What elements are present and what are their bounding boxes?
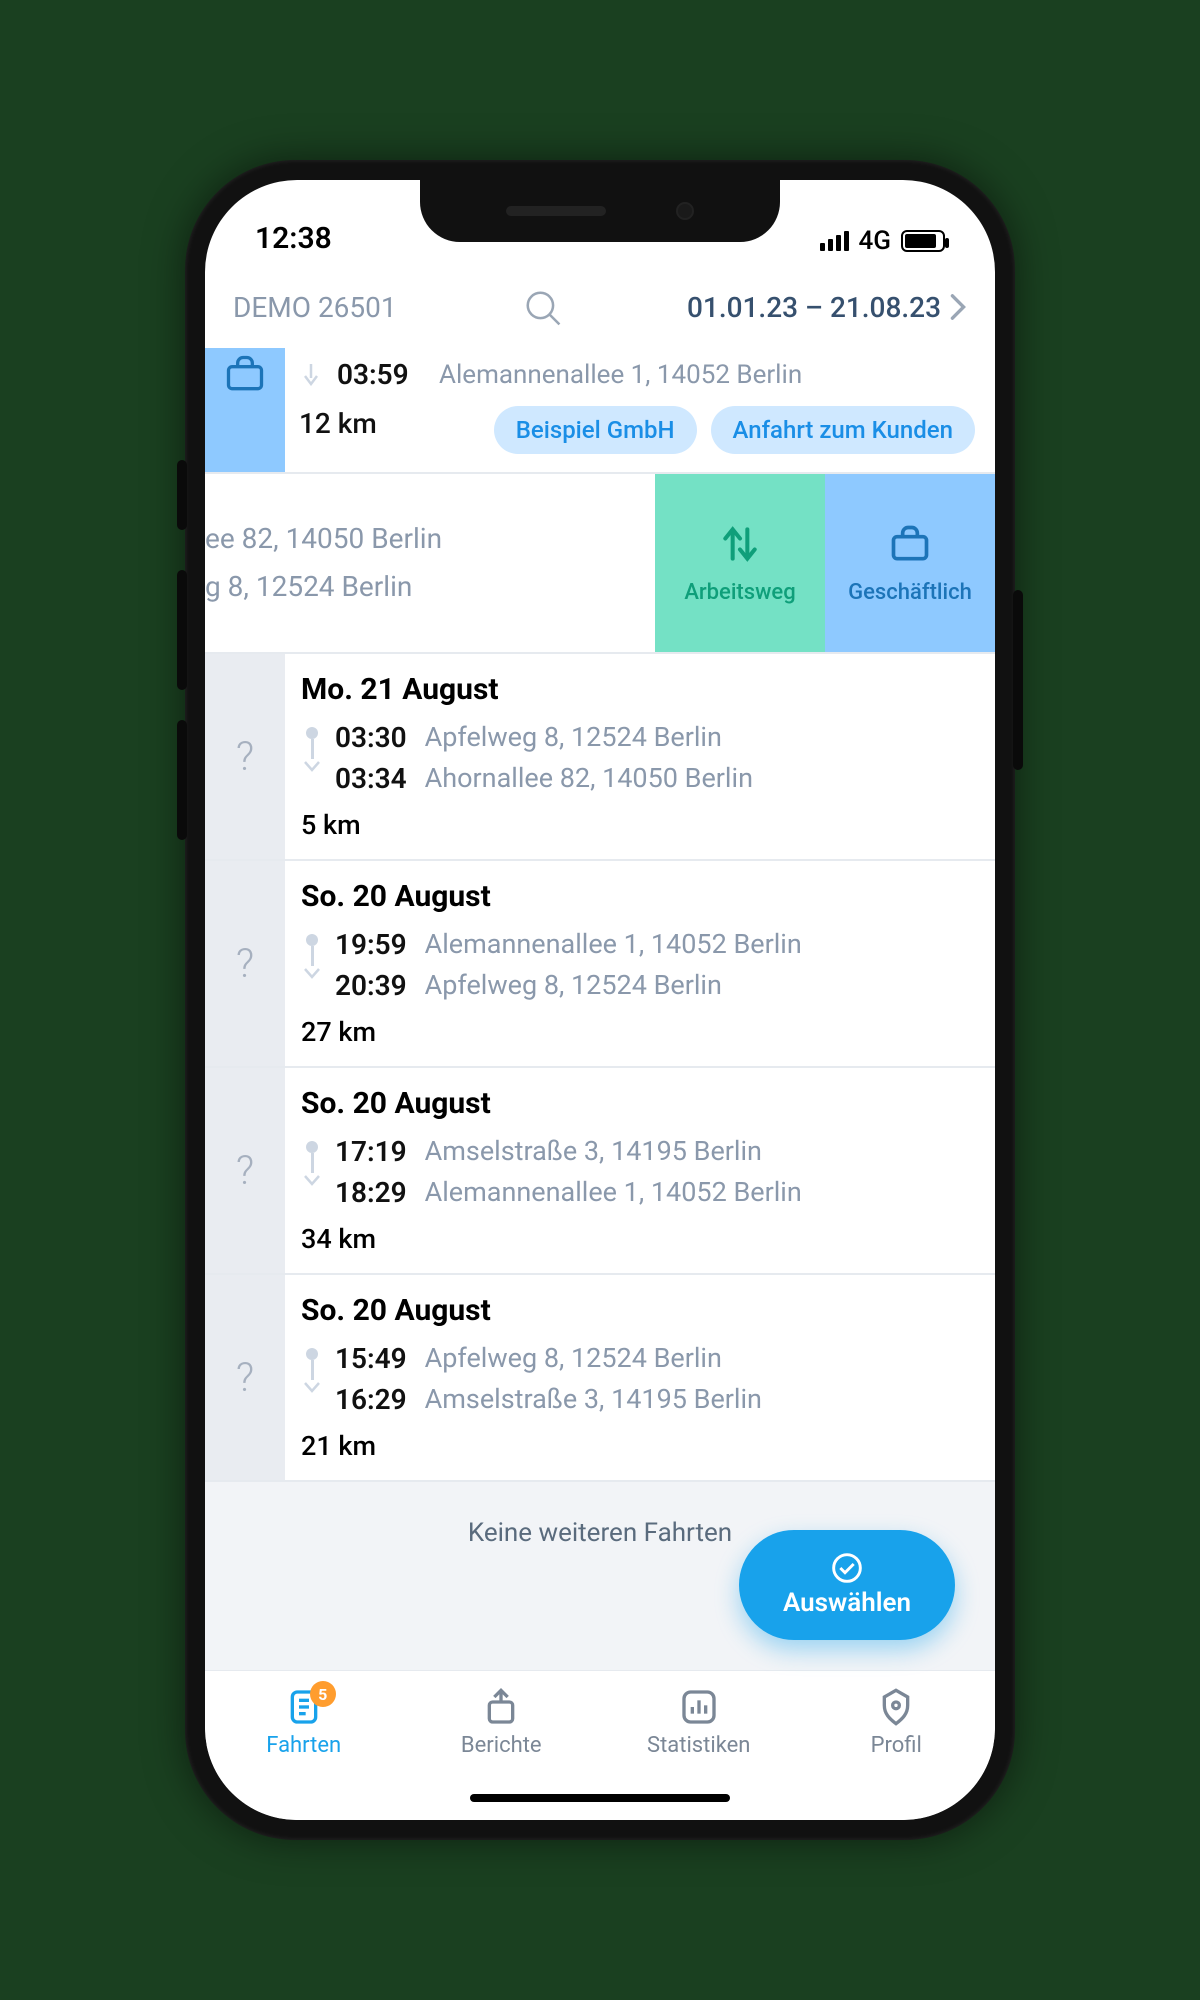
select-fab[interactable]: Auswählen	[739, 1530, 955, 1640]
swiped-trip-content: ee 82, 14050 Berlin g 8, 12524 Berlin	[205, 474, 655, 652]
trip-start-time: 15:49	[335, 1342, 407, 1375]
signal-icon	[820, 231, 849, 251]
trip-end-address: Amselstraße 3, 14195 Berlin	[425, 1383, 762, 1416]
search-button[interactable]	[519, 284, 565, 330]
trip-end-address: Apfelweg 8, 12524 Berlin	[425, 969, 722, 1002]
trip-end-time: 20:39	[335, 969, 407, 1002]
tag-chip-purpose[interactable]: Anfahrt zum Kunden	[711, 406, 975, 454]
trip-date-title: Mo. 21 August	[301, 672, 975, 717]
trip-card[interactable]: ? Mo. 21 August 03:30 Apfelweg 8, 12524 Ber…	[205, 654, 995, 861]
tab-trips-label: Fahrten	[266, 1733, 341, 1758]
home-indicator[interactable]	[470, 1794, 730, 1802]
date-range-label: 01.01.23 – 21.08.23	[687, 291, 941, 324]
status-time: 12:38	[255, 221, 332, 256]
trip-end-time: 03:59	[337, 358, 425, 391]
trip-date-title: So. 20 August	[301, 879, 975, 924]
swipe-action-commute[interactable]: Arbeitsweg	[655, 474, 825, 652]
tab-reports-label: Berichte	[461, 1733, 542, 1758]
route-connector-icon	[301, 924, 323, 980]
trip-distance: 27 km	[301, 1006, 975, 1048]
category-business-icon	[205, 348, 285, 472]
route-connector-icon	[301, 717, 323, 773]
tab-stats-label: Statistiken	[647, 1733, 750, 1758]
profile-icon	[876, 1687, 916, 1727]
demo-label[interactable]: DEMO 26501	[233, 291, 397, 324]
trip-start-address: Alemannenallee 1, 14052 Berlin	[425, 928, 802, 961]
trip-start-address: Apfelweg 8, 12524 Berlin	[425, 1342, 722, 1375]
battery-icon	[901, 230, 945, 252]
app-header: DEMO 26501 01.01.23 – 21.08.23	[205, 270, 995, 348]
trip-end-time: 18:29	[335, 1176, 407, 1209]
trip-end-address: Alemannenallee 1, 14052 Berlin	[425, 1176, 802, 1209]
trip-distance: 5 km	[301, 799, 975, 841]
swiped-line-1: ee 82, 14050 Berlin	[205, 515, 645, 563]
trip-end-time: 16:29	[335, 1383, 407, 1416]
stats-icon	[679, 1687, 719, 1727]
tab-profile-label: Profil	[871, 1733, 922, 1758]
trip-end-address: Ahornallee 82, 14050 Berlin	[425, 762, 753, 795]
trip-card[interactable]: ? So. 20 August 19:59 Alemannenallee 1, 140…	[205, 861, 995, 1068]
trip-end-time: 03:34	[335, 762, 407, 795]
trip-card-partial[interactable]: 03:59 Alemannenallee 1, 14052 Berlin 12 …	[205, 348, 995, 474]
trip-start-address: Apfelweg 8, 12524 Berlin	[425, 721, 722, 754]
tab-trips[interactable]: 5 Fahrten	[234, 1687, 374, 1758]
category-unknown-icon: ?	[205, 654, 285, 859]
date-range-button[interactable]: 01.01.23 – 21.08.23	[687, 291, 967, 324]
trip-card-swiped[interactable]: ee 82, 14050 Berlin g 8, 12524 Berlin Ar…	[205, 474, 995, 654]
tab-stats[interactable]: Statistiken	[629, 1687, 769, 1758]
briefcase-icon	[888, 522, 932, 566]
category-unknown-icon: ?	[205, 1068, 285, 1273]
commute-icon	[718, 522, 762, 566]
tab-reports[interactable]: Berichte	[431, 1687, 571, 1758]
tab-trips-badge: 5	[310, 1681, 336, 1707]
swipe-action-business[interactable]: Geschäftlich	[825, 474, 995, 652]
search-icon	[523, 288, 561, 326]
trip-list: 03:59 Alemannenallee 1, 14052 Berlin 12 …	[205, 348, 995, 1670]
route-connector-icon	[301, 1338, 323, 1394]
trip-date-title: So. 20 August	[301, 1293, 975, 1338]
trip-distance: 21 km	[301, 1420, 975, 1462]
swipe-business-label: Geschäftlich	[848, 580, 972, 605]
category-unknown-icon: ?	[205, 1275, 285, 1480]
trip-date-title: So. 20 August	[301, 1086, 975, 1131]
route-arrow-icon	[299, 364, 323, 386]
trip-card[interactable]: ? So. 20 August 17:19 Amselstraße 3, 14195 …	[205, 1068, 995, 1275]
trip-distance: 34 km	[301, 1213, 975, 1255]
trip-start-time: 19:59	[335, 928, 407, 961]
route-connector-icon	[301, 1131, 323, 1187]
chevron-right-icon	[949, 293, 967, 321]
network-label: 4G	[859, 226, 892, 256]
trip-end-address: Alemannenallee 1, 14052 Berlin	[439, 360, 802, 390]
swiped-line-2: g 8, 12524 Berlin	[205, 563, 645, 611]
swipe-commute-label: Arbeitsweg	[684, 580, 795, 605]
tab-profile[interactable]: Profil	[826, 1687, 966, 1758]
fab-label: Auswählen	[783, 1588, 911, 1618]
tag-chip-company[interactable]: Beispiel GmbH	[494, 406, 697, 454]
category-unknown-icon: ?	[205, 861, 285, 1066]
check-circle-icon	[831, 1552, 863, 1584]
trip-start-time: 17:19	[335, 1135, 407, 1168]
reports-icon	[481, 1687, 521, 1727]
trip-start-time: 03:30	[335, 721, 407, 754]
trip-card[interactable]: ? So. 20 August 15:49 Apfelweg 8, 12524 Ber…	[205, 1275, 995, 1482]
trip-start-address: Amselstraße 3, 14195 Berlin	[425, 1135, 762, 1168]
